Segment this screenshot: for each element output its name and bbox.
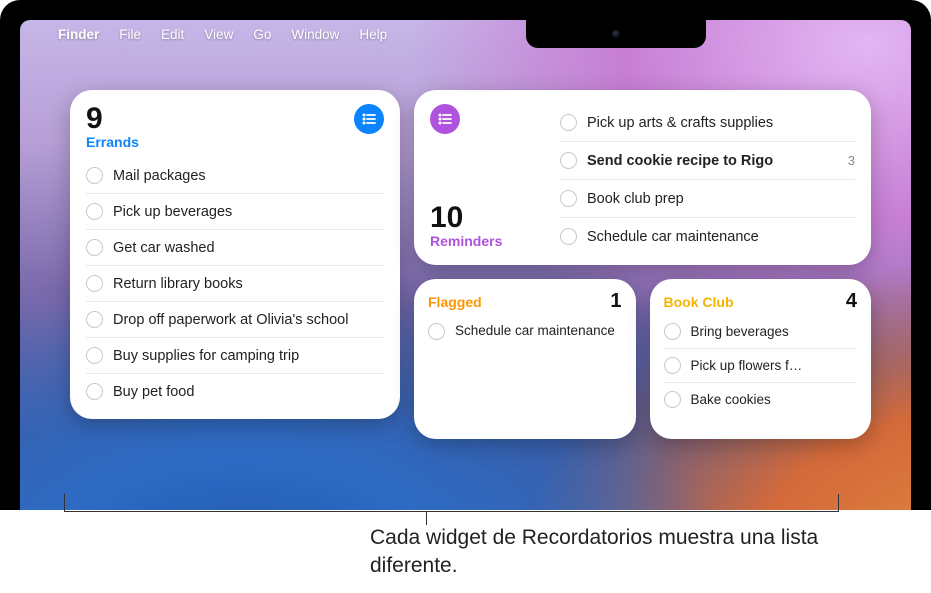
device-frame: Finder File Edit View Go Window Help 9 E…	[0, 0, 931, 510]
radio-icon[interactable]	[86, 383, 103, 400]
reminder-text: Pick up beverages	[113, 204, 384, 220]
reminder-text: Send cookie recipe to Rigo	[587, 153, 838, 169]
widget-header: 10 Reminders	[430, 104, 550, 255]
menubar-item-view[interactable]: View	[204, 27, 233, 42]
radio-icon[interactable]	[428, 323, 445, 340]
reminder-item[interactable]: Pick up arts & crafts supplies	[560, 104, 855, 142]
menubar-item-help[interactable]: Help	[359, 27, 387, 42]
reminder-item[interactable]: Return library books	[86, 266, 384, 302]
radio-icon[interactable]	[664, 357, 681, 374]
radio-icon[interactable]	[560, 190, 577, 207]
reminder-item[interactable]: Drop off paperwork at Olivia's school	[86, 302, 384, 338]
callout-stem	[426, 511, 427, 525]
widget-reminders[interactable]: 10 Reminders Pick up arts & crafts suppl…	[414, 90, 871, 265]
small-widgets-row: Flagged 1 Schedule car maintenance Book …	[414, 279, 871, 439]
reminder-text: Pick up arts & crafts supplies	[587, 115, 855, 131]
radio-icon[interactable]	[86, 239, 103, 256]
widget-header: Flagged 1	[428, 291, 622, 311]
radio-icon[interactable]	[86, 167, 103, 184]
widgets-area: 9 Errands M	[70, 90, 871, 453]
radio-icon[interactable]	[560, 152, 577, 169]
radio-icon[interactable]	[86, 311, 103, 328]
reminder-item[interactable]: Send cookie recipe to Rigo 3	[560, 142, 855, 180]
radio-icon[interactable]	[664, 391, 681, 408]
camera-icon	[612, 30, 620, 38]
menubar-item-edit[interactable]: Edit	[161, 27, 184, 42]
menubar-item-file[interactable]: File	[119, 27, 141, 42]
menubar: Finder File Edit View Go Window Help	[20, 20, 911, 48]
widget-header: 9 Errands	[86, 104, 384, 150]
reminder-item[interactable]: Buy supplies for camping trip	[86, 338, 384, 374]
list-icon	[430, 104, 460, 134]
reminder-item[interactable]: Schedule car maintenance	[560, 218, 855, 255]
reminder-text: Mail packages	[113, 168, 384, 184]
radio-icon[interactable]	[86, 275, 103, 292]
flagged-list-name: Flagged	[428, 294, 482, 310]
radio-icon[interactable]	[86, 203, 103, 220]
reminders-list-name: Reminders	[430, 233, 550, 249]
bookclub-items: Bring beverages Pick up flowers f… Bake …	[664, 315, 858, 416]
reminder-item[interactable]: Pick up flowers f…	[664, 349, 858, 383]
reminder-item[interactable]: Mail packages	[86, 158, 384, 194]
radio-icon[interactable]	[86, 347, 103, 364]
callout-bracket	[64, 494, 839, 512]
reminder-text: Schedule car maintenance	[455, 323, 622, 340]
reminder-item[interactable]: Get car washed	[86, 230, 384, 266]
subtask-count: 3	[848, 153, 855, 168]
radio-icon[interactable]	[560, 228, 577, 245]
list-icon	[354, 104, 384, 134]
reminder-text: Buy supplies for camping trip	[113, 348, 384, 364]
menubar-item-go[interactable]: Go	[253, 27, 271, 42]
desktop-wallpaper: Finder File Edit View Go Window Help 9 E…	[20, 20, 911, 510]
errands-count: 9	[86, 104, 139, 134]
widget-errands[interactable]: 9 Errands M	[70, 90, 400, 419]
reminder-item[interactable]: Bake cookies	[664, 383, 858, 416]
reminder-text: Return library books	[113, 276, 384, 292]
menubar-app-name[interactable]: Finder	[58, 27, 99, 42]
widget-header: Book Club 4	[664, 291, 858, 311]
errands-items: Mail packages Pick up beverages Get car …	[86, 158, 384, 409]
reminder-item[interactable]: Book club prep	[560, 180, 855, 218]
reminder-item[interactable]: Pick up beverages	[86, 194, 384, 230]
errands-list-name: Errands	[86, 134, 139, 150]
caption-text: Cada widget de Recordatorios muestra una…	[370, 524, 871, 581]
reminders-count: 10	[430, 203, 550, 233]
reminders-items: Pick up arts & crafts supplies Send cook…	[560, 104, 855, 255]
reminder-text: Book club prep	[587, 191, 855, 207]
menubar-item-window[interactable]: Window	[291, 27, 339, 42]
reminder-item[interactable]: Bring beverages	[664, 315, 858, 349]
widget-bookclub[interactable]: Book Club 4 Bring beverages Pick up flow…	[650, 279, 872, 439]
bookclub-count: 4	[846, 291, 857, 311]
reminder-text: Drop off paperwork at Olivia's school	[113, 312, 384, 328]
reminder-text: Get car washed	[113, 240, 384, 256]
flagged-count: 1	[610, 291, 621, 311]
reminder-item[interactable]: Buy pet food	[86, 374, 384, 409]
reminder-text: Buy pet food	[113, 384, 384, 400]
reminder-item[interactable]: Schedule car maintenance	[428, 315, 622, 348]
reminder-text: Bake cookies	[691, 392, 858, 407]
reminder-text: Pick up flowers f…	[691, 358, 858, 373]
widget-flagged[interactable]: Flagged 1 Schedule car maintenance	[414, 279, 636, 439]
notch	[526, 20, 706, 48]
bookclub-list-name: Book Club	[664, 294, 734, 310]
reminder-text: Schedule car maintenance	[587, 229, 855, 245]
radio-icon[interactable]	[664, 323, 681, 340]
flagged-items: Schedule car maintenance	[428, 315, 622, 348]
radio-icon[interactable]	[560, 114, 577, 131]
reminder-text: Bring beverages	[691, 324, 858, 339]
